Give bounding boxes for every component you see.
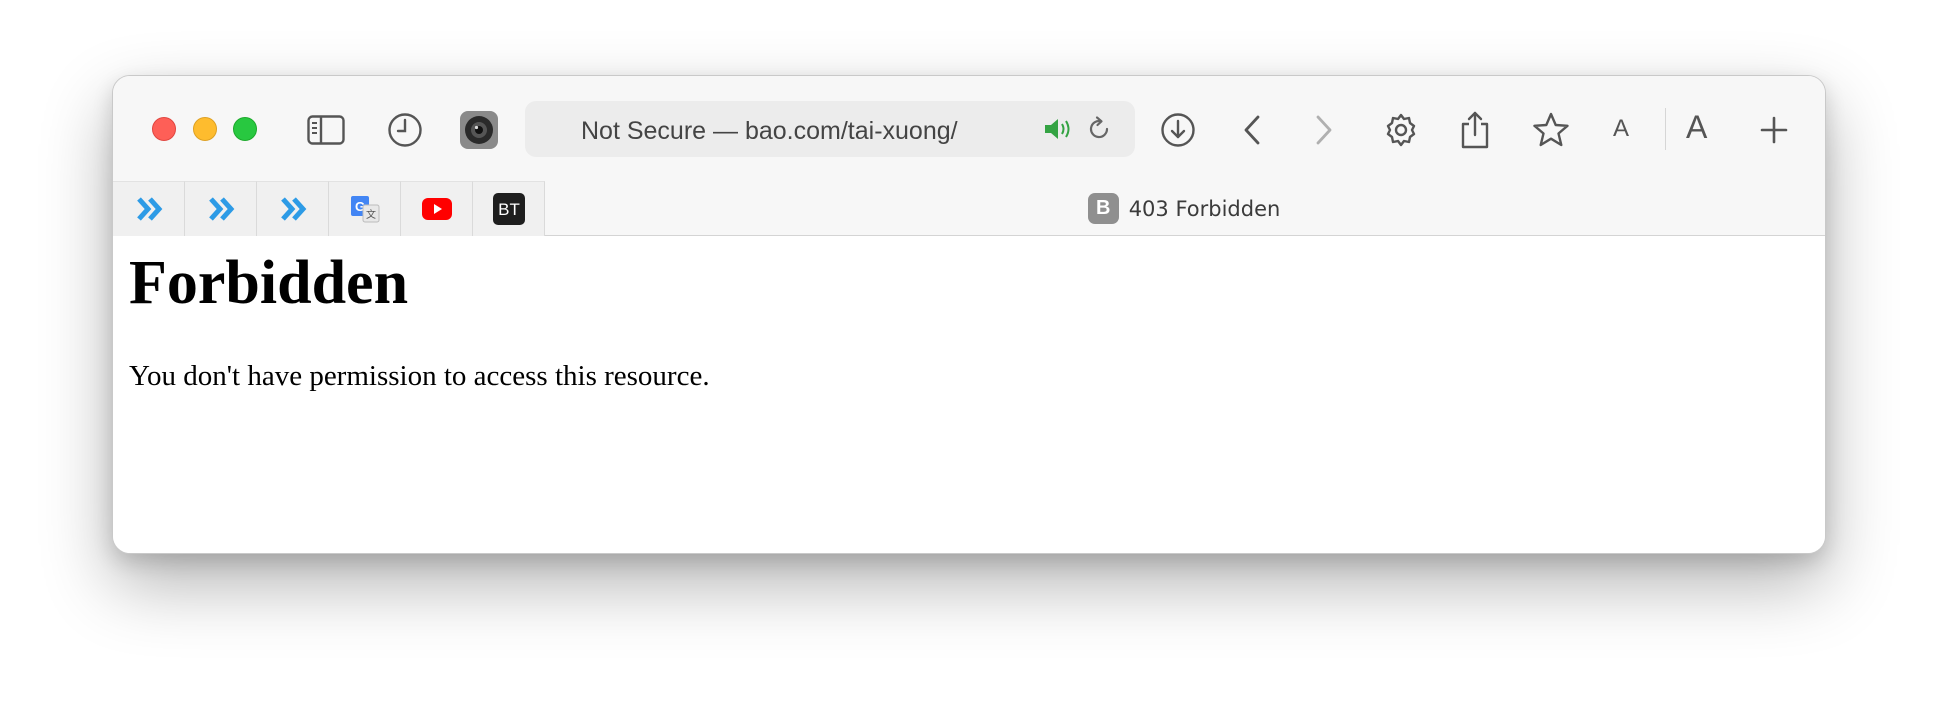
google-translate-icon: G 文 — [350, 196, 379, 223]
svg-text:BT: BT — [498, 200, 520, 219]
tab-bar: G 文 BT B 403 Forbidden — [113, 181, 1825, 236]
sidebar-toggle-button[interactable] — [306, 110, 346, 150]
plus-icon — [1760, 116, 1788, 144]
history-button[interactable] — [385, 110, 425, 150]
pinned-tab-5[interactable] — [401, 181, 473, 236]
chevron-left-icon — [1244, 115, 1260, 145]
gear-icon — [1386, 113, 1416, 147]
minimize-window-button[interactable] — [193, 117, 217, 141]
pinned-tab-3[interactable] — [257, 181, 329, 236]
share-icon — [1461, 111, 1489, 149]
sidebar-icon — [307, 115, 345, 145]
address-text[interactable]: Not Secure — bao.com/tai-xuong/ — [581, 117, 958, 146]
pinned-tab-4[interactable]: G 文 — [329, 181, 401, 236]
error-message: You don't have permission to access this… — [129, 360, 710, 392]
browser-toolbar: Not Secure — bao.com/tai-xuong/ A A — [113, 76, 1825, 181]
forward-chevrons-icon — [208, 197, 234, 221]
pinned-tab-1[interactable] — [113, 181, 185, 236]
star-icon — [1533, 112, 1569, 147]
page-heading: Forbidden — [129, 249, 409, 317]
browser-window: Not Secure — bao.com/tai-xuong/ A A G 文 … — [112, 75, 1826, 554]
chevron-right-icon — [1316, 115, 1332, 145]
tab-title: 403 Forbidden — [1128, 196, 1281, 221]
forward-chevrons-icon — [136, 197, 162, 221]
settings-button[interactable] — [1381, 110, 1421, 150]
svg-text:文: 文 — [366, 208, 376, 221]
speaker-icon[interactable] — [1043, 117, 1073, 141]
new-tab-button[interactable] — [1754, 110, 1794, 150]
camera-lens-icon — [460, 111, 498, 149]
download-icon — [1161, 113, 1195, 147]
address-bar[interactable]: Not Secure — bao.com/tai-xuong/ — [525, 101, 1135, 157]
youtube-icon — [421, 198, 452, 220]
font-size-divider — [1665, 108, 1666, 150]
share-button[interactable] — [1455, 110, 1495, 150]
bt-icon: BT — [492, 193, 525, 225]
pinned-tab-2[interactable] — [185, 181, 257, 236]
reload-icon[interactable] — [1085, 115, 1113, 143]
increase-font-button[interactable]: A — [1686, 109, 1707, 146]
pinned-tab-6[interactable]: BT — [473, 181, 545, 236]
site-favicon: B — [1087, 193, 1119, 224]
forward-button[interactable] — [1303, 110, 1343, 150]
camera-extension-button[interactable] — [459, 110, 499, 150]
active-tab[interactable]: B 403 Forbidden — [543, 181, 1825, 236]
close-window-button[interactable] — [152, 117, 176, 141]
back-button[interactable] — [1233, 110, 1273, 150]
decrease-font-button[interactable]: A — [1613, 115, 1629, 143]
clock-icon — [388, 113, 422, 147]
bookmark-button[interactable] — [1531, 110, 1571, 150]
downloads-button[interactable] — [1158, 110, 1198, 150]
forward-chevrons-icon — [280, 197, 306, 221]
maximize-window-button[interactable] — [233, 117, 257, 141]
page-content: Forbidden You don't have permission to a… — [113, 236, 1825, 553]
